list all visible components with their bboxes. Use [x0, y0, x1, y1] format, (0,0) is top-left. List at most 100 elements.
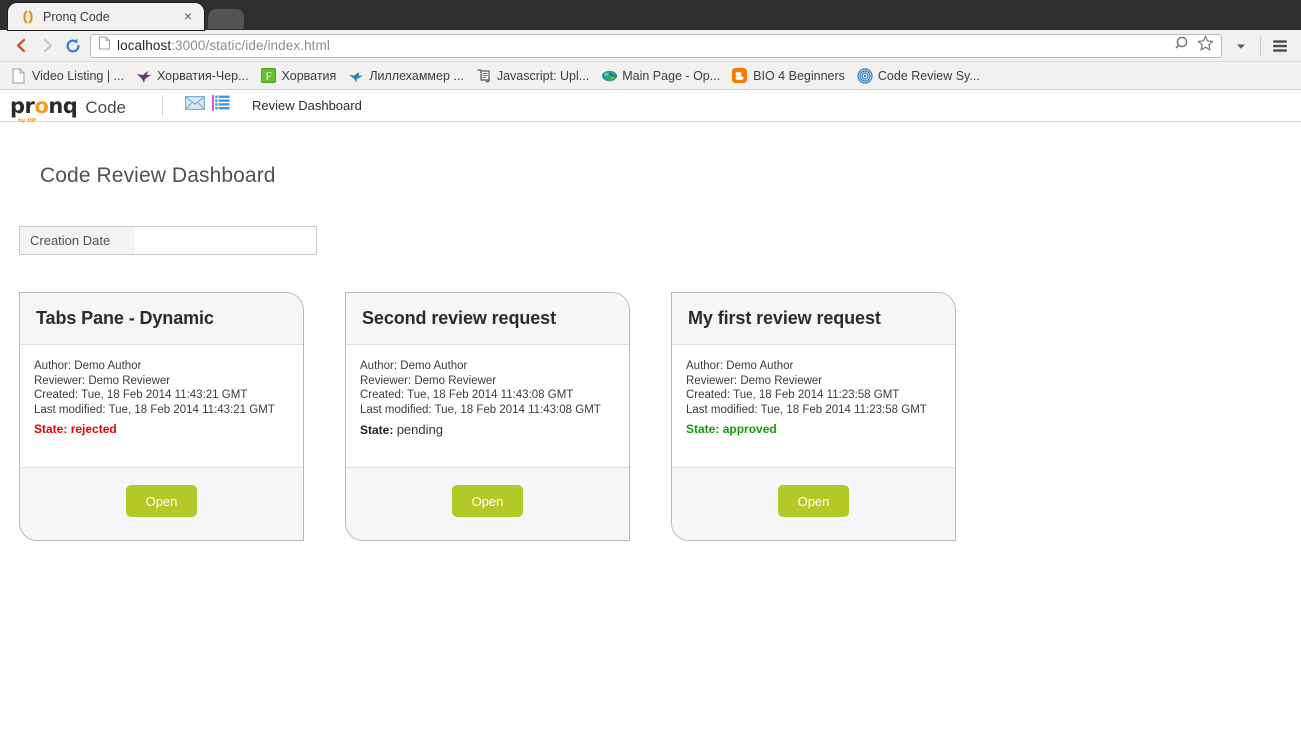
green-f-icon: F: [260, 67, 277, 84]
status-badge: State: pending: [360, 420, 615, 440]
brand-product-name: Code: [85, 97, 126, 117]
bird-icon: [348, 68, 364, 84]
search-icon[interactable]: [1174, 35, 1192, 57]
card-state-label: State:: [686, 422, 720, 437]
card-reviewer: Reviewer: Demo Reviewer: [34, 374, 171, 387]
creation-date-filter: Creation Date: [19, 226, 1301, 255]
scroll-icon: [476, 68, 492, 84]
navbar-divider: [161, 94, 163, 117]
page-content: pronq by HP Code Review Dashboard Code R…: [0, 90, 1301, 744]
card-state-value: approved: [722, 422, 777, 437]
navbar-icon-group: [185, 95, 230, 116]
card-footer: Open: [20, 468, 303, 540]
reload-icon[interactable]: [60, 33, 86, 59]
bookmark-label: BIO 4 Beginners: [753, 68, 845, 83]
blogger-icon: [732, 67, 748, 84]
brand-logo[interactable]: pronq by HP Code: [10, 93, 126, 124]
card-state-label: State:: [34, 422, 68, 437]
browser-tabstrip: Pronq Code ×: [0, 0, 1301, 30]
browser-tab-title: Pronq Code: [43, 9, 110, 24]
card-author: Author: Demo Author: [34, 360, 142, 372]
bookmark-label: Code Review Sy...: [877, 68, 980, 83]
card-created: Created: Tue, 18 Feb 2014 11:43:21 GMT: [34, 389, 248, 402]
brand-tagline: by HP: [18, 117, 37, 124]
card-footer: Open: [672, 468, 955, 540]
envelope-icon[interactable]: [185, 96, 205, 115]
card-created: Created: Tue, 18 Feb 2014 11:43:08 GMT: [360, 389, 574, 402]
chevron-down-icon[interactable]: [1228, 33, 1254, 59]
logo-letter-n: n: [48, 93, 63, 118]
bird-icon: [136, 68, 152, 84]
bookmark-label: Main Page - Op...: [622, 68, 721, 83]
bookmark-item[interactable]: Лиллехаммер ...: [343, 66, 469, 86]
card-last-modified: Last modified: Tue, 18 Feb 2014 11:43:21…: [34, 403, 275, 416]
bookmark-item[interactable]: BIO 4 Beginners: [727, 66, 850, 86]
page-title: Code Review Dashboard: [40, 164, 276, 187]
card-body: Author: Demo Author Reviewer: Demo Revie…: [20, 345, 303, 468]
review-request-card: Second review request Author: Demo Autho…: [345, 292, 630, 541]
review-request-card: Tabs Pane - Dynamic Author: Demo Author …: [19, 292, 304, 541]
bookmark-item[interactable]: Main Page - Op...: [596, 66, 725, 86]
bookmark-label: Хорватия-Чер...: [156, 68, 249, 83]
card-reviewer: Reviewer: Demo Reviewer: [360, 374, 497, 387]
app-navbar: pronq by HP Code Review Dashboard: [0, 90, 1301, 124]
card-state-value: rejected: [70, 422, 117, 437]
browser-tab[interactable]: Pronq Code ×: [8, 3, 204, 30]
bookmark-item[interactable]: Javascript: Upl...: [471, 66, 594, 86]
open-button[interactable]: Open: [126, 485, 197, 517]
toolbar-divider: [1260, 35, 1261, 56]
card-footer: Open: [346, 468, 629, 540]
card-author: Author: Demo Author: [360, 360, 468, 372]
url-actions: [1174, 35, 1217, 57]
url-path: :3000/static/ide/index.html: [171, 38, 330, 53]
logo-letter-p: p: [10, 93, 25, 118]
card-title: Second review request: [362, 308, 556, 328]
nav-link-review-dashboard[interactable]: Review Dashboard: [252, 98, 362, 113]
forward-arrow-icon[interactable]: [34, 33, 60, 59]
url-host: localhost: [117, 38, 172, 53]
card-title: Tabs Pane - Dynamic: [36, 308, 214, 328]
card-last-modified: Last modified: Tue, 18 Feb 2014 11:23:58…: [686, 403, 927, 416]
bookmark-label: Лиллехаммер ...: [369, 68, 464, 83]
spiral-icon: [857, 67, 873, 84]
bookmark-label: Хорватия: [281, 68, 337, 83]
card-last-modified: Last modified: Tue, 18 Feb 2014 11:43:08…: [360, 403, 601, 416]
logo-letter-q: q: [62, 93, 78, 118]
logo-letter-r: r: [24, 93, 35, 118]
list-icon[interactable]: [211, 95, 230, 116]
url-bar[interactable]: localhost:3000/static/ide/index.html: [90, 33, 1222, 58]
open-button[interactable]: Open: [778, 485, 849, 517]
card-header: My first review request: [672, 293, 955, 345]
globe-icon: [601, 68, 618, 84]
creation-date-input[interactable]: [135, 226, 317, 255]
status-badge: State: approved: [686, 420, 941, 439]
status-badge: State: rejected: [34, 420, 289, 439]
browser-navbar: localhost:3000/static/ide/index.html: [0, 30, 1301, 62]
card-reviewer: Reviewer: Demo Reviewer: [686, 374, 823, 387]
card-created: Created: Tue, 18 Feb 2014 11:23:58 GMT: [686, 389, 900, 402]
bookmark-item[interactable]: Хорватия-Чер...: [131, 66, 254, 86]
card-body: Author: Demo Author Reviewer: Demo Revie…: [672, 345, 955, 468]
browser-chrome: Pronq Code × localhost:3000/static/ide/i…: [0, 0, 1301, 90]
bookmark-item[interactable]: F Хорватия: [256, 66, 342, 86]
svg-text:F: F: [265, 70, 271, 82]
back-arrow-icon[interactable]: [8, 33, 34, 59]
brand-logo-text: pronq by HP: [10, 93, 78, 124]
card-author: Author: Demo Author: [686, 360, 794, 372]
bookmark-item[interactable]: Code Review Sy...: [852, 66, 985, 86]
open-button[interactable]: Open: [452, 485, 523, 517]
page-icon: [98, 36, 111, 55]
new-tab-button[interactable]: [207, 9, 245, 29]
star-icon[interactable]: [1196, 35, 1215, 57]
card-body: Author: Demo Author Reviewer: Demo Revie…: [346, 345, 629, 468]
close-icon[interactable]: ×: [180, 8, 196, 25]
card-state-label: State:: [360, 423, 394, 438]
bookmark-label: Javascript: Upl...: [496, 68, 590, 83]
hamburger-menu-icon[interactable]: [1267, 33, 1293, 59]
card-title: My first review request: [688, 308, 881, 328]
bookmark-label: Video Listing | ...: [32, 68, 124, 83]
bookmark-item[interactable]: Video Listing | ...: [6, 66, 129, 86]
page-icon: [11, 68, 27, 84]
logo-letter-o: o: [34, 93, 49, 118]
card-state-value: pending: [396, 422, 443, 438]
